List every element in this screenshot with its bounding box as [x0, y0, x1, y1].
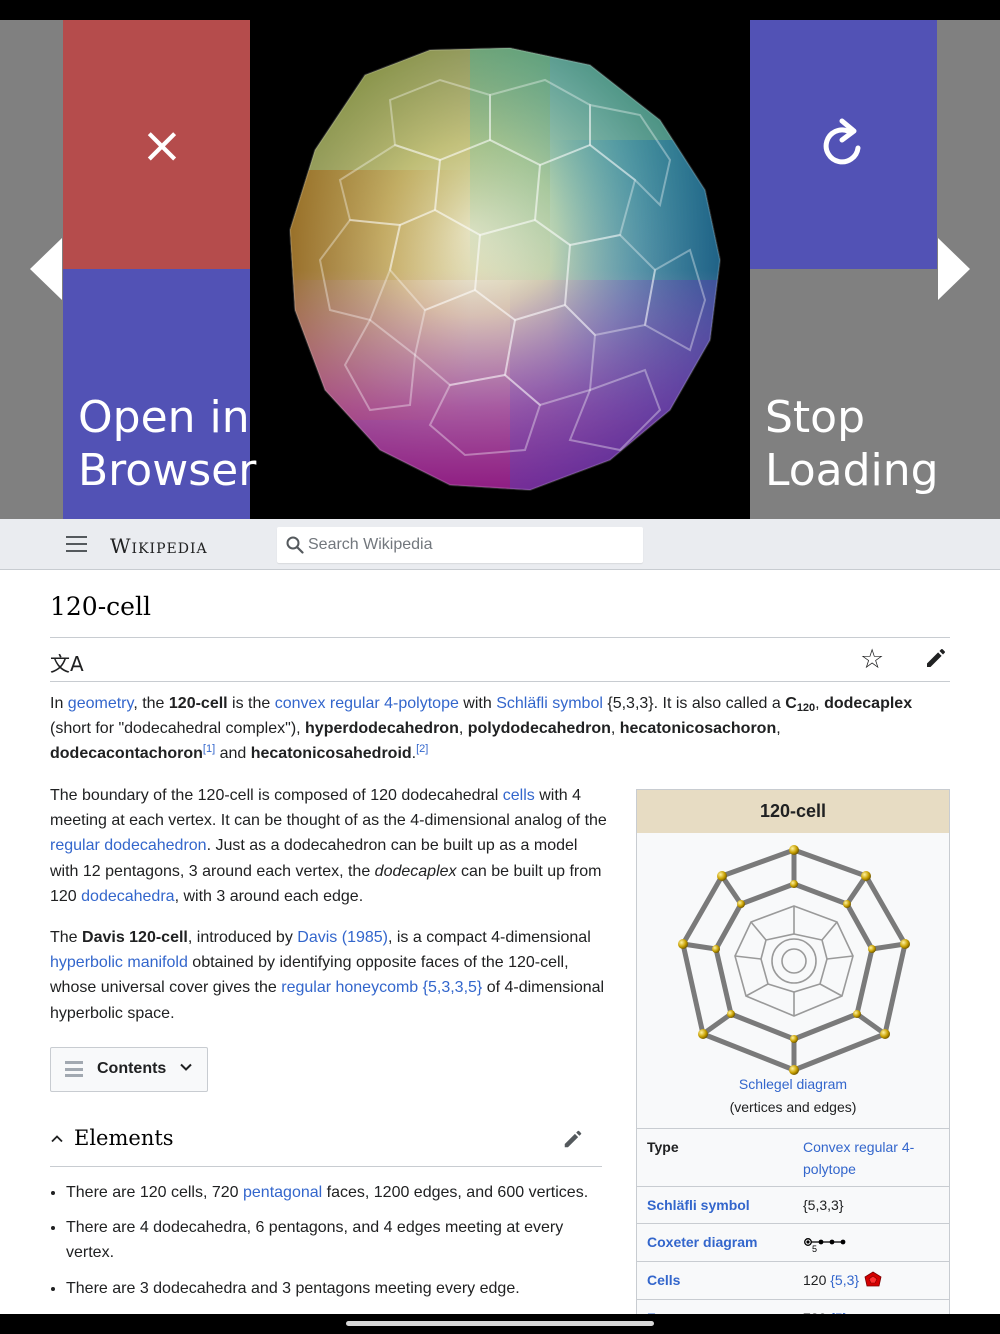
link-pentagonal[interactable]: pentagonal: [243, 1184, 322, 1201]
link-convex-regular-4-polytope[interactable]: convex regular 4-polytope: [275, 695, 459, 712]
previous-image-arrow-icon[interactable]: [30, 238, 62, 300]
link-coxeter-diagram[interactable]: Coxeter diagram: [647, 1231, 757, 1253]
link-regular-dodecahedron[interactable]: regular dodecahedron: [50, 837, 207, 854]
coxeter-branch-label: 5: [812, 1244, 817, 1253]
list-item: There are 120 cells, 720 pentagonal face…: [66, 1180, 596, 1205]
wikipedia-wordmark[interactable]: Wikipedia: [110, 534, 208, 558]
link-geometry[interactable]: geometry: [68, 695, 134, 712]
boundary-paragraph: The boundary of the 120-cell is composed…: [50, 787, 607, 905]
watch-star-icon[interactable]: ☆: [860, 644, 884, 675]
infobox-value: {5,3,3}: [803, 1197, 844, 1213]
schlegel-diagram-image[interactable]: [677, 844, 911, 1076]
infobox-key: Type: [647, 1139, 679, 1155]
section-heading-elements[interactable]: Elements: [74, 1126, 174, 1150]
link-regular-honeycomb[interactable]: regular honeycomb {5,3,3,5}: [281, 979, 482, 996]
reload-button[interactable]: [750, 20, 937, 269]
hero-image-120-cell: [250, 20, 750, 519]
search-icon: [286, 536, 304, 554]
language-icon[interactable]: 文A: [50, 648, 84, 677]
open-in-browser-label: Open in Browser: [78, 392, 257, 496]
search-input[interactable]: [308, 527, 628, 563]
reference-1[interactable]: [1]: [203, 743, 215, 755]
contents-label: Contents: [97, 1060, 167, 1077]
infobox-row-schlafli: Schläfli symbol {5,3,3}: [637, 1186, 949, 1223]
infobox-row-cells: Cells 120 {5,3}: [637, 1261, 949, 1299]
reload-icon: [823, 118, 861, 165]
contents-button[interactable]: Contents: [50, 1047, 208, 1092]
infobox-caption: (vertices and edges): [729, 1099, 857, 1115]
link-cells[interactable]: Cells: [647, 1269, 680, 1291]
divider: [50, 681, 950, 682]
divider: [50, 637, 950, 638]
list-item: There are 3 dodecahedra and 3 pentagons …: [66, 1276, 596, 1301]
edit-pencil-icon[interactable]: [924, 646, 948, 670]
schlegel-diagram-link[interactable]: Schlegel diagram: [637, 1076, 949, 1092]
davis-paragraph: The Davis 120-cell, introduced by Davis …: [50, 929, 605, 1022]
next-image-arrow-icon[interactable]: [938, 238, 970, 300]
coxeter-diagram: 5: [803, 1231, 943, 1259]
reference-2[interactable]: [2]: [416, 743, 428, 755]
polytope-render: [288, 46, 722, 492]
infobox-row-type: Type Convex regular 4-polytope: [637, 1128, 949, 1186]
link-schlafli-symbol[interactable]: Schläfli symbol: [647, 1194, 750, 1216]
lead-paragraph: In geometry, the 120-cell is the convex …: [50, 695, 913, 763]
infobox: 120-cell Schlegel diagram (vertices and …: [636, 789, 950, 1329]
stop-loading-label: Stop Loading: [765, 392, 939, 496]
link-schlafli-symbol[interactable]: Schläfli symbol: [496, 695, 603, 712]
list-item: There are 4 dodecahedra, 6 pentagons, an…: [66, 1215, 596, 1265]
hamburger-menu-icon[interactable]: [66, 536, 87, 552]
status-bar: [0, 0, 1000, 20]
chevron-down-icon: [180, 1063, 192, 1071]
link-davis-1985[interactable]: Davis (1985): [297, 929, 388, 946]
link-hyperbolic-manifold[interactable]: hyperbolic manifold: [50, 954, 188, 971]
dodecahedron-icon: [864, 1271, 882, 1287]
list-icon: [65, 1061, 83, 1077]
divider: [50, 1166, 602, 1167]
close-preview-button[interactable]: ×: [63, 20, 250, 269]
page-title: 120-cell: [50, 592, 151, 621]
open-in-browser-button[interactable]: Open in Browser: [63, 269, 256, 519]
search-box[interactable]: [277, 527, 643, 563]
coxeter-diagram-icon: 5: [804, 1238, 846, 1254]
chevron-up-icon[interactable]: [50, 1132, 64, 1146]
image-preview-overlay: × Open in Browser Stop Loading: [0, 20, 1000, 519]
site-header: Wikipedia: [0, 519, 1000, 570]
infobox-value: 120 {5,3}: [803, 1269, 943, 1291]
edit-section-pencil-icon[interactable]: [562, 1128, 584, 1150]
infobox-row-coxeter: Coxeter diagram 5: [637, 1223, 949, 1261]
link-dodecahedron-symbol[interactable]: {5,3}: [830, 1272, 859, 1288]
link-convex-regular-4-polytope[interactable]: Convex regular 4-polytope: [803, 1136, 943, 1180]
stop-loading-button[interactable]: Stop Loading: [750, 269, 1000, 519]
link-dodecahedra[interactable]: dodecahedra: [81, 888, 174, 905]
elements-list: There are 120 cells, 720 pentagonal face…: [66, 1180, 596, 1311]
link-cells[interactable]: cells: [503, 787, 535, 804]
infobox-title: 120-cell: [637, 790, 949, 833]
close-icon: ×: [141, 116, 183, 174]
home-indicator[interactable]: [346, 1321, 654, 1326]
